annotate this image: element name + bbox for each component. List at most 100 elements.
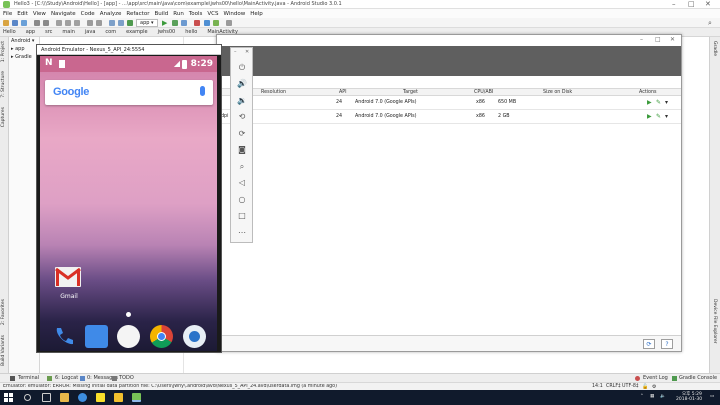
avd-maximize-icon[interactable]: □: [655, 36, 661, 43]
app-drawer-icon[interactable]: [117, 325, 140, 348]
replace-icon[interactable]: [96, 20, 102, 26]
more-actions-icon[interactable]: ▾: [665, 99, 668, 106]
menu-analyze[interactable]: Analyze: [100, 11, 122, 17]
tab-todo[interactable]: TODO: [119, 375, 134, 381]
breadcrumb-com[interactable]: com: [105, 29, 116, 35]
help-button[interactable]: ?: [661, 339, 673, 349]
zoom-icon[interactable]: ⌕: [235, 161, 249, 173]
chrome-icon[interactable]: [150, 325, 173, 348]
power-icon[interactable]: ⏻: [235, 62, 249, 74]
column-size-on-disk[interactable]: Size on Disk: [543, 90, 572, 95]
find-icon[interactable]: [87, 20, 93, 26]
column-actions[interactable]: Actions: [639, 90, 657, 95]
chat-app-icon[interactable]: [114, 393, 123, 402]
menu-tools[interactable]: Tools: [189, 11, 203, 17]
sdk-manager-icon[interactable]: [204, 20, 210, 26]
avd-manager-icon[interactable]: [213, 20, 219, 26]
column-resolution[interactable]: Resolution: [261, 90, 286, 95]
make-icon[interactable]: [127, 20, 133, 26]
ie-icon[interactable]: [78, 393, 87, 402]
breadcrumb-main[interactable]: main: [62, 29, 75, 35]
windows-start-icon[interactable]: [4, 393, 13, 402]
status-message[interactable]: Emulator: emulator: ERROR: Missing initi…: [3, 384, 563, 389]
back-icon[interactable]: [109, 20, 115, 26]
menu-vcs[interactable]: VCS: [207, 11, 218, 17]
launch-avd-icon[interactable]: ▶: [647, 113, 652, 120]
tab-gradle-console[interactable]: Gradle Console: [679, 375, 717, 381]
breadcrumb-hello-pkg[interactable]: hello: [185, 29, 197, 35]
tab-build-variants[interactable]: Build Variants: [1, 335, 6, 366]
table-row[interactable]: 24 Android 7.0 (Google APIs) x86 650 MB …: [217, 96, 681, 110]
google-search-bar[interactable]: Google: [45, 80, 213, 105]
caret-position[interactable]: 14:1: [592, 384, 603, 389]
cut-icon[interactable]: [56, 20, 62, 26]
column-cpu-abi[interactable]: CPU/ABI: [474, 90, 493, 95]
avd-minimize-icon[interactable]: –: [640, 36, 643, 43]
minimize-icon[interactable]: –: [672, 0, 676, 8]
toolbar-minimize-icon[interactable]: –: [234, 49, 237, 55]
table-row[interactable]: dpi 24 Android 7.0 (Google APIs) x86 2 G…: [217, 110, 681, 124]
microphone-icon[interactable]: [200, 86, 205, 96]
close-icon[interactable]: ✕: [705, 0, 711, 8]
breadcrumb-app[interactable]: app: [26, 29, 35, 35]
profile-icon[interactable]: [181, 20, 187, 26]
tab-logcat[interactable]: 6: Logcat: [55, 375, 78, 381]
menu-file[interactable]: File: [3, 11, 12, 17]
task-view-icon[interactable]: [42, 393, 51, 402]
launch-avd-icon[interactable]: ▶: [647, 99, 652, 106]
toolbar-close-icon[interactable]: ✕: [245, 49, 249, 55]
line-separator[interactable]: CRLF‡: [606, 384, 621, 389]
phone-icon[interactable]: [52, 325, 75, 348]
menu-build[interactable]: Build: [154, 11, 168, 17]
taskbar-date[interactable]: 2018-01-30: [676, 397, 702, 402]
project-item-app[interactable]: ▸ app: [9, 45, 39, 53]
search-everywhere-icon[interactable]: ⌕: [708, 19, 712, 28]
breadcrumb-hello[interactable]: Hello: [3, 29, 16, 35]
column-api[interactable]: API: [339, 90, 347, 95]
paste-icon[interactable]: [74, 20, 80, 26]
breadcrumb-src[interactable]: src: [45, 29, 52, 35]
debug-icon[interactable]: [172, 20, 178, 26]
undo-icon[interactable]: [34, 20, 40, 26]
android-studio-taskbar-icon[interactable]: [132, 393, 141, 402]
overview-icon[interactable]: □: [235, 210, 249, 222]
notifications-icon[interactable]: ▭: [710, 394, 714, 399]
breadcrumb-jwhs00[interactable]: jwhs00: [158, 29, 176, 35]
stop-icon[interactable]: [194, 20, 200, 26]
save-icon[interactable]: [12, 20, 18, 26]
tab-structure[interactable]: 7: Structure: [1, 71, 6, 98]
open-folder-icon[interactable]: [3, 20, 9, 26]
menu-navigate[interactable]: Navigate: [51, 11, 76, 17]
camera-icon[interactable]: [183, 325, 206, 348]
menu-view[interactable]: View: [33, 11, 46, 17]
help-icon[interactable]: [226, 20, 232, 26]
refresh-button[interactable]: ⟳: [643, 339, 655, 349]
gmail-icon[interactable]: [55, 267, 81, 287]
volume-down-icon[interactable]: 🔉: [235, 95, 249, 107]
avd-close-icon[interactable]: ✕: [670, 36, 675, 43]
edit-avd-icon[interactable]: ✎: [656, 99, 661, 106]
rotate-right-icon[interactable]: ⟳: [235, 128, 249, 140]
forward-icon[interactable]: [118, 20, 124, 26]
tab-event-log[interactable]: Event Log: [643, 375, 668, 381]
menu-refactor[interactable]: Refactor: [126, 11, 149, 17]
breadcrumb-java[interactable]: java: [85, 29, 95, 35]
menu-help[interactable]: Help: [250, 11, 263, 17]
redo-icon[interactable]: [43, 20, 49, 26]
network-icon[interactable]: ▦: [650, 394, 654, 399]
explorer-icon[interactable]: [60, 393, 69, 402]
tab-captures[interactable]: Captures: [1, 107, 6, 127]
search-taskbar-icon[interactable]: [24, 394, 31, 401]
maximize-icon[interactable]: □: [688, 0, 695, 8]
run-icon[interactable]: ▶: [162, 19, 167, 27]
menu-code[interactable]: Code: [81, 11, 95, 17]
more-icon[interactable]: ⋯: [235, 227, 249, 239]
back-icon[interactable]: ◁: [235, 177, 249, 189]
run-config-select[interactable]: app ▾: [136, 19, 158, 27]
home-icon[interactable]: ○: [235, 194, 249, 206]
column-target[interactable]: Target: [403, 90, 418, 95]
tab-project[interactable]: 1: Project: [1, 41, 6, 62]
breadcrumb-example[interactable]: example: [126, 29, 148, 35]
tray-up-icon[interactable]: ⌃: [640, 394, 644, 399]
menu-window[interactable]: Window: [224, 11, 246, 17]
